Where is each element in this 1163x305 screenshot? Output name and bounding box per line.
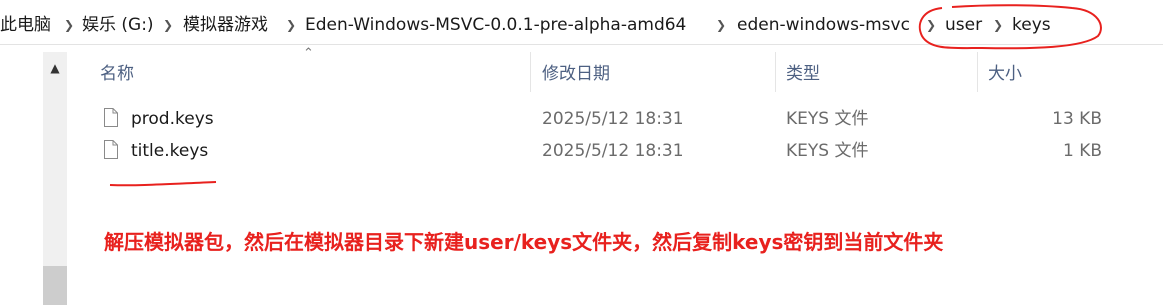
file-type: KEYS 文件 bbox=[786, 109, 869, 129]
sort-ascending-icon: ⌃ bbox=[303, 46, 314, 61]
file-icon bbox=[104, 108, 118, 127]
annotation-underline bbox=[109, 181, 217, 187]
column-header-name[interactable]: 名称 bbox=[100, 63, 134, 85]
chevron-right-icon[interactable]: ❯ bbox=[163, 14, 173, 36]
breadcrumb-item-eden-release[interactable]: Eden-Windows-MSVC-0.0.1-pre-alpha-amd64 bbox=[305, 14, 686, 36]
scrollbar-thumb[interactable] bbox=[43, 266, 67, 305]
file-name: title.keys bbox=[131, 141, 209, 161]
column-header-modified[interactable]: 修改日期 bbox=[542, 63, 610, 85]
breadcrumb-item-eden-windows-msvc[interactable]: eden-windows-msvc bbox=[737, 14, 910, 36]
scroll-up-arrow-icon[interactable]: ▲ bbox=[43, 56, 67, 80]
breadcrumb-item-this-pc[interactable]: 此电脑 bbox=[0, 14, 51, 36]
file-modified: 2025/5/12 18:31 bbox=[542, 141, 684, 161]
chevron-right-icon[interactable]: ❯ bbox=[64, 14, 74, 36]
column-header-type[interactable]: 类型 bbox=[786, 63, 820, 85]
chevron-right-icon[interactable]: ❯ bbox=[286, 14, 296, 36]
file-type: KEYS 文件 bbox=[786, 141, 869, 161]
vertical-scrollbar[interactable]: ▲ bbox=[43, 52, 67, 305]
column-divider[interactable] bbox=[530, 52, 531, 92]
annotation-ellipse bbox=[918, 4, 1102, 50]
file-row[interactable]: title.keys 2025/5/12 18:31 KEYS 文件 1 KB bbox=[96, 137, 1116, 167]
file-modified: 2025/5/12 18:31 bbox=[542, 109, 684, 129]
file-icon bbox=[104, 140, 118, 159]
file-name: prod.keys bbox=[131, 109, 214, 129]
file-row[interactable]: prod.keys 2025/5/12 18:31 KEYS 文件 13 KB bbox=[96, 105, 1116, 135]
annotation-instruction-text: 解压模拟器包，然后在模拟器目录下新建user/keys文件夹，然后复制keys密… bbox=[104, 230, 944, 254]
file-size: 1 KB bbox=[1062, 141, 1102, 161]
column-divider[interactable] bbox=[977, 52, 978, 92]
breadcrumb-item-drive-g[interactable]: 娱乐 (G:) bbox=[82, 14, 154, 36]
column-header-size[interactable]: 大小 bbox=[988, 63, 1022, 85]
column-divider[interactable] bbox=[775, 52, 776, 92]
chevron-right-icon[interactable]: ❯ bbox=[716, 14, 726, 36]
breadcrumb-item-emulator-games[interactable]: 模拟器游戏 bbox=[183, 14, 268, 36]
file-size: 13 KB bbox=[1052, 109, 1102, 129]
